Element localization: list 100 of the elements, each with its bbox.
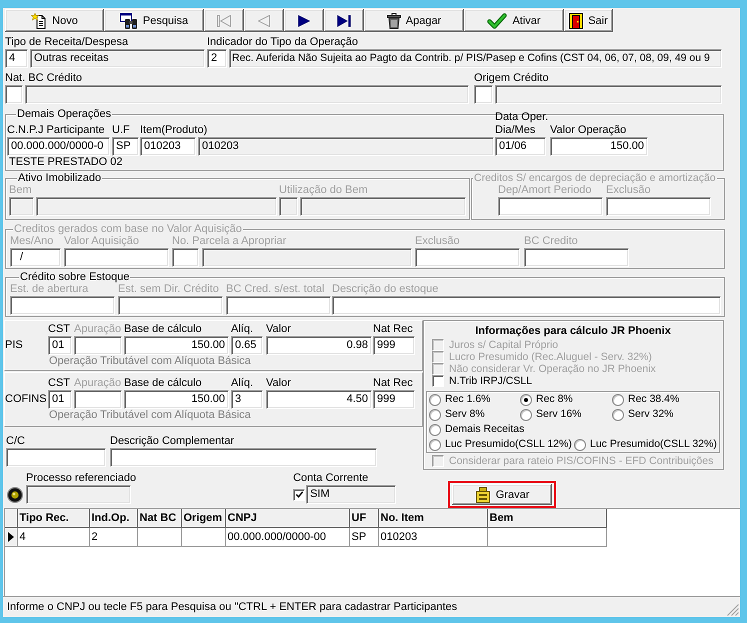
radio-button[interactable] — [520, 408, 532, 420]
field-label: Exclusão — [606, 184, 652, 197]
field-label: BC Cred. s/est. total — [226, 283, 326, 296]
text-field[interactable]: 010203 — [140, 137, 196, 156]
checkbox-label[interactable]: N.Trib IRPJ/CSLL — [449, 375, 532, 387]
field-label: Valor Operação — [550, 124, 628, 137]
text-field[interactable]: 999 — [373, 390, 415, 409]
radio-label[interactable]: Serv 32% — [628, 408, 674, 421]
field-label: Bem — [9, 184, 33, 197]
left-triangle-icon — [258, 14, 270, 26]
text-field[interactable]: 0.65 — [231, 336, 263, 355]
column-header[interactable]: No. Item — [378, 509, 487, 527]
last-record-button[interactable] — [324, 9, 364, 32]
search-button[interactable]: Pesquisa — [104, 9, 204, 32]
field-label: Est. sem Dir. Crédito — [118, 283, 220, 296]
field-label: Nat. BC Crédito — [5, 72, 84, 85]
door-icon — [569, 12, 584, 28]
text-field[interactable] — [5, 85, 23, 104]
radio-label[interactable]: Rec 1.6% — [445, 393, 491, 406]
field-label: CST — [48, 377, 71, 390]
radio-label[interactable]: Rec 38.4% — [628, 393, 680, 406]
radio-label[interactable]: Luc Presumido(CSLL 12%) — [445, 438, 572, 451]
text-field[interactable]: 150.00 — [550, 137, 648, 156]
text-field[interactable] — [474, 85, 493, 104]
text-field[interactable] — [495, 85, 722, 104]
field-label: No. Parcela a Apropriar — [172, 235, 288, 248]
field-label: Est. de abertura — [10, 283, 90, 296]
checkbox[interactable] — [293, 488, 306, 500]
column-header[interactable]: Ind.Op. — [89, 509, 137, 527]
text-field[interactable] — [26, 485, 131, 504]
field-label: Valor — [266, 323, 292, 336]
activate-button[interactable]: Ativar — [464, 9, 564, 32]
text-field[interactable]: 999 — [373, 336, 415, 355]
field-label: U.F — [112, 124, 131, 137]
radio-label[interactable]: Demais Receitas — [445, 423, 524, 436]
text-field[interactable]: 4 — [5, 49, 28, 68]
field-label: Valor — [266, 377, 292, 390]
exit-button[interactable]: Sair — [564, 9, 613, 32]
text-field[interactable]: 01 — [48, 336, 72, 355]
radio-button[interactable] — [429, 438, 441, 450]
text-field[interactable]: 01 — [48, 390, 72, 409]
radio-button[interactable] — [520, 394, 532, 406]
text-field[interactable]: 00.000.000/0000-0 — [7, 137, 110, 156]
text-field[interactable]: SIM — [306, 485, 396, 504]
radio-label[interactable]: Serv 16% — [536, 408, 582, 421]
text-field[interactable]: 01/06 — [495, 137, 546, 156]
text-field[interactable]: 2 — [207, 49, 227, 68]
radio-button[interactable] — [612, 408, 624, 420]
column-header[interactable]: CNPJ — [225, 509, 349, 527]
column-header[interactable]: Nat BC — [137, 509, 181, 527]
tax-description: Operação Tributável com Alíquota Básica — [49, 355, 251, 368]
text-field[interactable]: 0.98 — [266, 336, 372, 355]
field-label: Base de cálculo — [124, 377, 203, 390]
binoculars-icon — [120, 12, 138, 28]
checkbox[interactable] — [432, 375, 444, 387]
group-title: Creditos S/ encargos de depreciação e amortização — [473, 172, 717, 184]
cabinet-icon — [474, 486, 491, 502]
text-field[interactable]: Outras receitas — [30, 49, 205, 68]
skip-to-start-icon — [217, 14, 231, 26]
radio-label[interactable]: Serv 8% — [445, 408, 485, 421]
radio-button[interactable] — [429, 394, 441, 406]
indicator-light-icon — [7, 487, 23, 503]
right-triangle-icon — [298, 14, 310, 26]
panel-title: Informações para cálculo JR Phoenix — [475, 325, 671, 338]
next-record-button[interactable] — [284, 9, 324, 32]
delete-button[interactable]: Apagar — [364, 9, 464, 32]
text-field[interactable] — [25, 85, 469, 104]
radio-button[interactable] — [429, 424, 441, 436]
column-header[interactable]: Bem — [487, 509, 606, 527]
new-button[interactable]: Novo — [5, 9, 104, 32]
column-header[interactable]: UF — [349, 509, 378, 527]
radio-button[interactable] — [612, 394, 624, 406]
text-field[interactable]: 010203 — [198, 137, 494, 156]
text-field[interactable] — [110, 448, 377, 467]
radio-button[interactable] — [429, 408, 441, 420]
field-label: Apuração — [74, 323, 122, 336]
text-field[interactable] — [6, 448, 106, 467]
check-icon — [487, 12, 508, 28]
text-field[interactable]: Rec. Auferida Não Sujeita ao Pagto da Contrib. p/ PIS/Pasep e Cofins (CST 04, 06, 07, 08, 09, 49 ou 9 — [229, 49, 722, 68]
size-grip-icon[interactable] — [727, 604, 739, 616]
column-header[interactable]: Tipo Rec. — [17, 509, 89, 527]
field-label: CST — [48, 323, 71, 336]
save-button[interactable]: Gravar — [452, 484, 552, 505]
radio-label[interactable]: Luc Presumido(CSLL 32%) — [590, 438, 717, 451]
text-field[interactable]: 3 — [231, 390, 263, 409]
table-cell: SP — [349, 527, 378, 546]
text-field[interactable]: 4.50 — [266, 390, 372, 409]
radio-button[interactable] — [574, 438, 586, 450]
text-field[interactable]: 150.00 — [124, 336, 229, 355]
new-document-icon — [31, 12, 48, 28]
text-field[interactable]: 150.00 — [124, 390, 229, 409]
trash-icon — [386, 12, 401, 28]
column-header[interactable]: Origem — [181, 509, 225, 527]
field-label: C.N.P.J Participante — [7, 124, 106, 137]
field-label: Data Oper. Dia/Mes — [495, 111, 550, 137]
field-label: Valor Aquisição — [64, 235, 140, 248]
field-label: Base de cálculo — [124, 323, 203, 336]
text-field[interactable]: SP — [112, 137, 139, 156]
field-label: Item(Produto) — [140, 124, 208, 137]
radio-label[interactable]: Rec 8% — [536, 393, 573, 406]
